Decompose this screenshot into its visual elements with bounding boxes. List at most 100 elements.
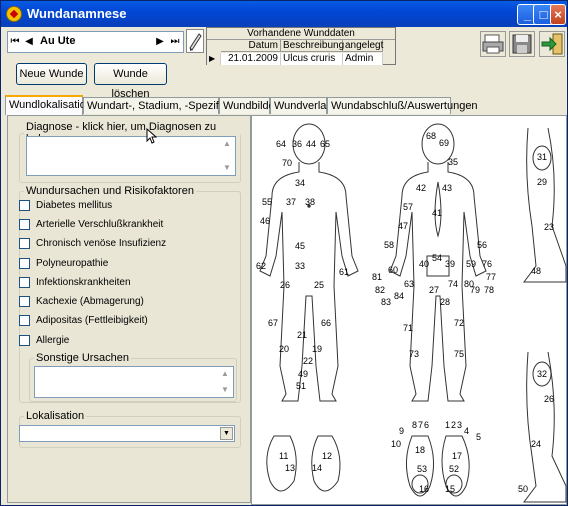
zone-43[interactable]: 43 [442,184,452,193]
zone-23[interactable]: 23 [544,223,554,232]
zone-16[interactable]: 16 [419,485,429,494]
table-cell-created[interactable]: Admin [343,53,383,65]
scroll-down-icon[interactable]: ▼ [220,161,234,175]
zone-59[interactable]: 59 [466,260,476,269]
zone-51[interactable]: 51 [296,382,306,391]
zone-1[interactable]: 1 [445,421,450,430]
zone-66[interactable]: 66 [321,319,331,328]
zone-6[interactable]: 6 [424,421,429,430]
zone-52[interactable]: 52 [449,465,459,474]
edit-pen-icon[interactable] [186,29,204,53]
zone-55[interactable]: 55 [262,198,272,207]
zone-17[interactable]: 17 [452,452,462,461]
last-record-button[interactable]: ⏭ [169,33,181,51]
zone-31[interactable]: 31 [537,153,547,162]
tab-wundbilder[interactable]: Wundbilder [219,97,278,114]
checkbox[interactable] [19,258,30,269]
diagnose-textarea[interactable]: ▲ ▼ [26,136,236,176]
zone-63[interactable]: 63 [404,280,414,289]
close-button[interactable]: × [550,4,566,25]
column-header-created[interactable]: angelegt [343,40,383,52]
zone-67[interactable]: 67 [268,319,278,328]
zone-70[interactable]: 70 [282,159,292,168]
chevron-down-icon[interactable]: ▼ [220,427,233,440]
checkbox[interactable] [19,200,30,211]
zone-53[interactable]: 53 [417,465,427,474]
body-map[interactable]: 64 3 6 44 65 70 34 37 38 55 46 45 62 33 6… [251,115,567,505]
zone-68[interactable]: 68 [426,132,436,141]
zone-8[interactable]: 8 [412,421,417,430]
zone-45[interactable]: 45 [295,242,305,251]
zone-60[interactable]: 60 [388,266,398,275]
zone-82[interactable]: 82 [375,286,385,295]
zone-32[interactable]: 32 [537,370,547,379]
tab-wundlokalisation[interactable]: Wundlokalisation [5,95,92,115]
tab-wundverlauf[interactable]: Wundverlauf [270,97,336,114]
zone-69[interactable]: 69 [439,139,449,148]
tab-wundart[interactable]: Wundart-, Stadium, -Spezifikation [83,97,251,114]
zone-29[interactable]: 29 [537,178,547,187]
zone-54[interactable]: 54 [432,254,442,263]
other-causes-textarea[interactable]: ▲ ▼ [34,366,234,398]
zone-19[interactable]: 19 [312,345,322,354]
column-header-description[interactable]: Beschreibung [281,40,344,52]
zone-49[interactable]: 49 [298,370,308,379]
checkbox[interactable] [19,219,30,230]
zone-33[interactable]: 33 [295,262,305,271]
zone-10[interactable]: 10 [391,440,401,449]
zone-18[interactable]: 18 [415,446,425,455]
zone-5[interactable]: 5 [476,433,481,442]
print-icon[interactable] [480,31,506,57]
zone-77[interactable]: 77 [486,273,496,282]
zone-73[interactable]: 73 [409,350,419,359]
zone-34[interactable]: 34 [295,179,305,188]
zone-71[interactable]: 71 [403,324,413,333]
zone-37[interactable]: 37 [286,198,296,207]
zone-27[interactable]: 27 [429,286,439,295]
zone-62[interactable]: 62 [256,262,266,271]
zone-81[interactable]: 81 [372,273,382,282]
zone-57[interactable]: 57 [403,203,413,212]
zone-35[interactable]: 35 [448,158,458,167]
zone-20[interactable]: 20 [279,345,289,354]
lokalisation-select[interactable]: ▼ [19,425,235,442]
zone-7[interactable]: 7 [418,421,423,430]
zone-84[interactable]: 84 [394,292,404,301]
zone-48[interactable]: 48 [531,267,541,276]
prev-record-button[interactable]: ◀ [23,33,35,51]
zone-50[interactable]: 50 [518,485,528,494]
zone-42[interactable]: 42 [416,184,426,193]
zone-11[interactable]: 11 [279,452,288,461]
new-wound-button[interactable]: Neue Wunde [16,63,87,85]
zone-61[interactable]: 61 [339,268,349,277]
scroll-up-icon[interactable]: ▲ [218,367,232,381]
save-icon[interactable] [509,31,535,57]
zone-44[interactable]: 44 [306,140,316,149]
zone-83[interactable]: 83 [381,298,391,307]
zone-78[interactable]: 78 [484,286,494,295]
exit-icon[interactable] [539,31,565,57]
zone-72[interactable]: 72 [454,319,464,328]
scroll-down-icon[interactable]: ▼ [218,383,232,397]
zone-47[interactable]: 47 [398,222,408,231]
zone-13[interactable]: 13 [285,464,295,473]
zone-46[interactable]: 46 [260,217,270,226]
next-record-button[interactable]: ▶ [154,33,166,51]
zone-14[interactable]: 14 [312,464,322,473]
zone-26[interactable]: 26 [280,281,290,290]
zone-64[interactable]: 64 [276,140,286,149]
zone-9[interactable]: 9 [399,427,404,436]
checkbox[interactable] [19,277,30,288]
zone-75[interactable]: 75 [454,350,464,359]
zone-15[interactable]: 15 [445,485,455,494]
zone-38[interactable]: 38 [305,198,315,207]
zone-74[interactable]: 74 [448,280,458,289]
zone-3[interactable]: 3 [457,421,462,430]
zone-65[interactable]: 65 [320,140,330,149]
table-cell-description[interactable]: Ulcus cruris [281,53,343,65]
checkbox[interactable] [19,335,30,346]
zone-12[interactable]: 12 [322,452,332,461]
zone-40[interactable]: 40 [419,260,429,269]
zone-4[interactable]: 4 [464,427,469,436]
checkbox[interactable] [19,238,30,249]
